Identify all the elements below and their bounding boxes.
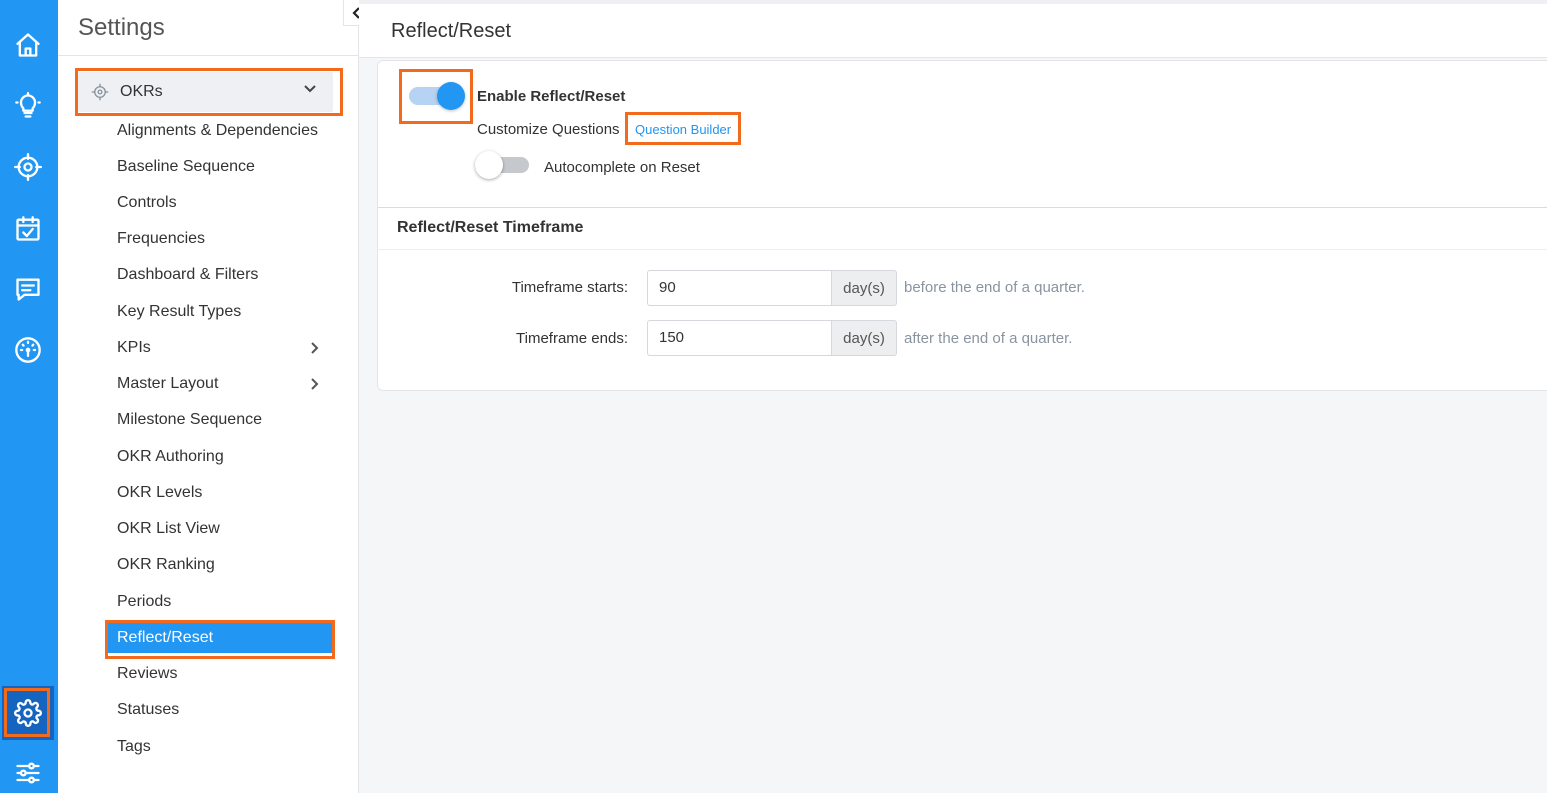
timeframe-ends-label: Timeframe ends: bbox=[516, 330, 628, 347]
section-divider bbox=[378, 249, 1547, 250]
autocomplete-on-reset-toggle[interactable] bbox=[475, 151, 529, 179]
nav-item-key-result-types[interactable]: Key Result Types bbox=[105, 297, 333, 327]
nav-item-label: OKR Levels bbox=[117, 484, 203, 501]
nav-item-label: OKR Authoring bbox=[117, 448, 224, 465]
lightbulb-icon[interactable] bbox=[10, 88, 46, 124]
enable-reflect-reset-toggle[interactable] bbox=[409, 82, 465, 110]
chat-icon[interactable] bbox=[10, 271, 46, 307]
panel-divider bbox=[58, 55, 358, 56]
nav-item-okr-ranking[interactable]: OKR Ranking bbox=[105, 550, 333, 580]
toggle-knob bbox=[437, 82, 465, 110]
target-icon bbox=[90, 82, 110, 102]
nav-item-okr-list-view[interactable]: OKR List View bbox=[105, 514, 333, 544]
question-builder-link[interactable]: Question Builder bbox=[635, 122, 731, 137]
nav-item-label: Statuses bbox=[117, 701, 180, 718]
nav-item-label: Milestone Sequence bbox=[117, 411, 262, 428]
timeframe-ends-hint: after the end of a quarter. bbox=[904, 330, 1073, 347]
nav-item-label: Baseline Sequence bbox=[117, 158, 255, 175]
nav-item-label: Frequencies bbox=[117, 230, 206, 247]
nav-item-label: Master Layout bbox=[117, 375, 219, 392]
target-icon[interactable] bbox=[10, 149, 46, 185]
timeframe-starts-label: Timeframe starts: bbox=[511, 279, 628, 296]
timeframe-starts-input[interactable]: 90 bbox=[647, 270, 832, 306]
toggle-knob bbox=[475, 151, 503, 179]
nav-item-alignments-dependencies[interactable]: Alignments & Dependencies bbox=[105, 116, 333, 146]
okrs-group-header[interactable]: OKRs bbox=[78, 72, 333, 112]
page-title: Reflect/Reset bbox=[391, 20, 512, 42]
home-icon[interactable] bbox=[10, 27, 46, 63]
chevron-right-icon[interactable] bbox=[309, 377, 321, 391]
nav-item-reviews[interactable]: Reviews bbox=[105, 659, 333, 689]
nav-item-controls[interactable]: Controls bbox=[105, 188, 333, 218]
nav-item-dashboard-filters[interactable]: Dashboard & Filters bbox=[105, 260, 333, 290]
timeframe-starts-hint: before the end of a quarter. bbox=[904, 279, 1085, 296]
sliders-icon[interactable] bbox=[10, 755, 46, 791]
nav-item-label: Reviews bbox=[117, 665, 178, 682]
chevron-right-icon[interactable] bbox=[309, 341, 321, 355]
autocomplete-on-reset-label: Autocomplete on Reset bbox=[544, 159, 700, 176]
section-divider bbox=[378, 207, 1547, 208]
nav-item-label: Dashboard & Filters bbox=[117, 266, 259, 283]
enable-reflect-reset-label: Enable Reflect/Reset bbox=[477, 88, 626, 105]
nav-item-baseline-sequence[interactable]: Baseline Sequence bbox=[105, 152, 333, 182]
timeframe-ends-input[interactable]: 150 bbox=[647, 320, 832, 356]
nav-item-statuses[interactable]: Statuses bbox=[105, 695, 333, 725]
nav-item-label: Alignments & Dependencies bbox=[117, 122, 319, 139]
nav-item-label: Key Result Types bbox=[117, 303, 242, 320]
nav-item-okr-levels[interactable]: OKR Levels bbox=[105, 478, 333, 508]
nav-item-label: OKR Ranking bbox=[117, 556, 215, 573]
nav-item-label: Tags bbox=[117, 738, 151, 755]
nav-item-periods[interactable]: Periods bbox=[105, 587, 333, 617]
nav-item-label: KPIs bbox=[117, 339, 151, 356]
icon-rail bbox=[0, 0, 58, 793]
okrs-group-label: OKRs bbox=[120, 83, 163, 100]
nav-item-label: Periods bbox=[117, 593, 172, 610]
gear-icon[interactable] bbox=[10, 695, 46, 731]
gauge-icon[interactable] bbox=[10, 332, 46, 368]
settings-panel: Settings OKRs Alignments & Dependencies … bbox=[58, 0, 359, 793]
customize-questions-label: Customize Questions bbox=[477, 121, 620, 138]
panel-title: Settings bbox=[78, 14, 165, 41]
nav-item-master-layout[interactable]: Master Layout bbox=[105, 369, 333, 399]
chevron-down-icon[interactable] bbox=[303, 82, 317, 96]
nav-item-tags[interactable]: Tags bbox=[105, 732, 333, 762]
nav-item-milestone-sequence[interactable]: Milestone Sequence bbox=[105, 405, 333, 435]
main-header: Reflect/Reset bbox=[359, 0, 1547, 58]
nav-item-label: OKR List View bbox=[117, 520, 220, 537]
nav-item-label: Reflect/Reset bbox=[117, 629, 214, 646]
calendar-check-icon[interactable] bbox=[10, 211, 46, 247]
nav-item-frequencies[interactable]: Frequencies bbox=[105, 224, 333, 254]
nav-item-reflect-reset[interactable]: Reflect/Reset bbox=[105, 623, 333, 653]
nav-item-okr-authoring[interactable]: OKR Authoring bbox=[105, 442, 333, 472]
nav-item-kpis[interactable]: KPIs bbox=[105, 333, 333, 363]
nav-item-label: Controls bbox=[117, 194, 177, 211]
timeframe-starts-unit: day(s) bbox=[831, 270, 897, 306]
timeframe-ends-unit: day(s) bbox=[831, 320, 897, 356]
timeframe-section-title: Reflect/Reset Timeframe bbox=[397, 219, 584, 236]
